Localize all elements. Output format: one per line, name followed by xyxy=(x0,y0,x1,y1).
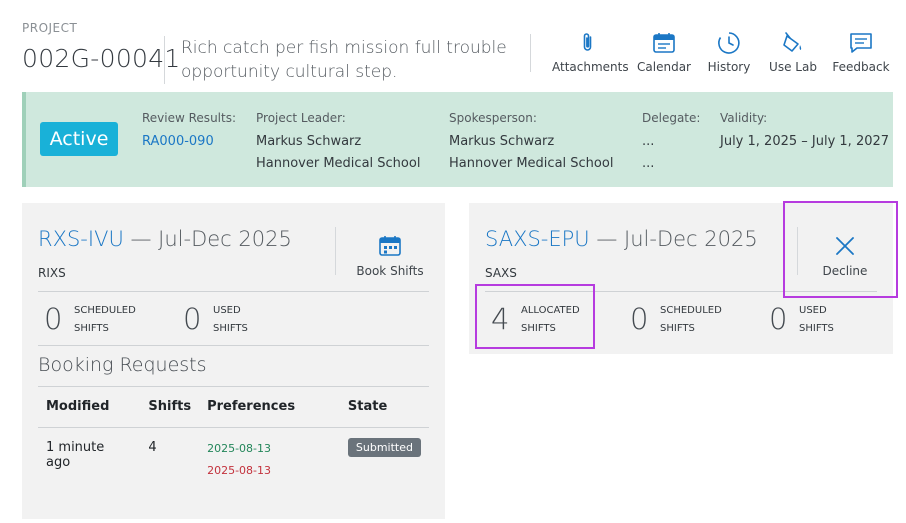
delegate: Delegate: ... ... xyxy=(642,110,700,175)
project-toolbar: Attachments Calendar History Use Lab Fee… xyxy=(550,30,892,80)
paperclip-icon xyxy=(583,33,592,51)
project-leader: Project Leader: Markus Schwarz Hannover … xyxy=(256,110,420,175)
delegate-label: Delegate: xyxy=(642,111,701,125)
card-period: — Jul-Dec 2025 xyxy=(589,227,758,251)
toolbar-divider xyxy=(530,34,531,72)
card-divider xyxy=(797,227,798,275)
project-label: PROJECT xyxy=(22,21,78,35)
column-header-shifts: Shifts xyxy=(140,387,200,428)
review-results-link[interactable]: RA000-090 xyxy=(142,131,236,153)
card-divider-line xyxy=(485,291,877,292)
project-id: 002G-00041 xyxy=(22,44,181,73)
beamtime-card-saxs-epu: SAXS-EPU — Jul-Dec 2025 SAXS Decline 4 A… xyxy=(469,203,893,354)
spokesperson-label: Spokesperson: xyxy=(449,111,537,125)
column-header-modified: Modified xyxy=(38,387,141,428)
preference-date-preferred: 2025-08-13 xyxy=(207,441,272,455)
stat-label: SCHEDULED SHIFTS xyxy=(660,305,722,334)
stat-value: 0 xyxy=(769,302,788,336)
stat-label: USED SHIFTS xyxy=(799,305,834,334)
validity-label: Validity: xyxy=(720,111,768,125)
beamtime-card-rxs-ivu: RXS-IVU — Jul-Dec 2025 RIXS Book Shifts … xyxy=(22,203,445,519)
review-results: Review Results: RA000-090 xyxy=(142,110,236,153)
feedback-button[interactable]: Feedback xyxy=(830,30,892,74)
delegate-line1: ... xyxy=(642,134,655,149)
use-lab-label: Use Lab xyxy=(769,60,817,74)
stat-value: 4 xyxy=(491,302,510,336)
cell-state: Submitted xyxy=(340,427,429,482)
book-shifts-button[interactable]: Book Shifts xyxy=(352,233,428,278)
beamline-code-link[interactable]: RXS-IVU xyxy=(38,227,124,251)
calendar-label: Calendar xyxy=(637,60,691,74)
card-divider xyxy=(335,227,336,275)
cell-modified: 1 minute ago xyxy=(46,439,105,470)
project-leader-name: Markus Schwarz xyxy=(256,134,362,149)
booking-requests-title: Booking Requests xyxy=(38,354,207,376)
project-description: Rich catch per fish mission full trouble… xyxy=(181,38,507,82)
card-divider-line xyxy=(38,345,429,346)
validity-value: July 1, 2025 – July 1, 2027 xyxy=(720,134,890,149)
delegate-line2: ... xyxy=(642,156,655,171)
close-icon xyxy=(836,237,854,255)
decline-button[interactable]: Decline xyxy=(813,233,877,278)
card-title: SAXS-EPU — Jul-Dec 2025 xyxy=(485,227,758,251)
feedback-icon xyxy=(850,33,872,53)
state-badge: Submitted xyxy=(347,437,421,457)
stat-label: USED SHIFTS xyxy=(213,305,248,334)
clock-icon xyxy=(718,32,740,54)
card-divider-line xyxy=(38,291,429,292)
stat-label: SCHEDULED SHIFTS xyxy=(74,305,136,334)
booking-requests-table: Modified Shifts Preferences State 1 minu… xyxy=(38,387,429,482)
attachments-label: Attachments xyxy=(552,60,629,74)
attachments-button[interactable]: Attachments xyxy=(552,30,629,74)
beamline-code-link[interactable]: SAXS-EPU xyxy=(485,227,590,251)
preference-date-excluded: 2025-08-13 xyxy=(207,463,272,477)
stat-value: 0 xyxy=(44,302,63,336)
use-lab-button[interactable]: Use Lab xyxy=(766,30,820,74)
stat-value: 0 xyxy=(183,302,202,336)
status-badge: Active xyxy=(40,122,118,156)
calendar-icon xyxy=(379,236,401,256)
validity: Validity: July 1, 2025 – July 1, 2027 xyxy=(720,110,889,153)
spokesperson-org: Hannover Medical School xyxy=(449,156,614,171)
project-leader-org: Hannover Medical School xyxy=(256,156,421,171)
paint-bucket-icon xyxy=(783,32,802,52)
card-technique: SAXS xyxy=(485,266,517,280)
feedback-label: Feedback xyxy=(832,60,890,74)
project-status-banner: Active Review Results: RA000-090 Project… xyxy=(22,92,893,187)
book-shifts-label: Book Shifts xyxy=(356,264,424,278)
cell-shifts: 4 xyxy=(148,439,157,455)
spokesperson-name: Markus Schwarz xyxy=(449,134,555,149)
calendar-button[interactable]: Calendar xyxy=(634,30,694,74)
history-label: History xyxy=(707,60,751,74)
cell-preferences: 2025-08-13 2025-08-13 xyxy=(199,427,340,482)
card-title: RXS-IVU — Jul-Dec 2025 xyxy=(38,227,292,251)
column-header-state: State xyxy=(339,387,429,428)
card-technique: RIXS xyxy=(38,266,66,280)
history-button[interactable]: History xyxy=(704,30,754,74)
table-row[interactable]: 1 minute ago 4 2025-08-13 2025-08-13 Sub… xyxy=(38,427,429,482)
review-results-label: Review Results: xyxy=(142,111,237,125)
table-header-row: Modified Shifts Preferences State xyxy=(38,387,429,428)
header-divider xyxy=(164,36,165,84)
card-period: — Jul-Dec 2025 xyxy=(123,227,292,251)
decline-label: Decline xyxy=(822,264,868,278)
project-leader-label: Project Leader: xyxy=(256,111,346,125)
column-header-preferences: Preferences xyxy=(199,387,340,428)
calendar-icon xyxy=(653,33,675,53)
stat-label: ALLOCATED SHIFTS xyxy=(521,305,580,334)
stat-value: 0 xyxy=(630,302,649,336)
spokesperson: Spokesperson: Markus Schwarz Hannover Me… xyxy=(449,110,613,175)
